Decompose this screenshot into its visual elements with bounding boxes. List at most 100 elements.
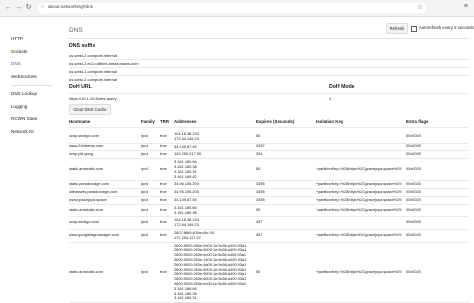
column-header-extra-flags: Extra flags <box>406 119 429 124</box>
sidebar-item-rcwn-stats[interactable]: RCWN Stats <box>11 116 37 121</box>
dns-suffix-item: us-west-1.compute.internal <box>69 69 118 74</box>
cell-address: 3.161.189.31 <box>174 295 197 301</box>
column-header-hostname: Hostname <box>69 119 91 124</box>
autorefresh-label: Autorefresh every 3 seconds <box>419 25 474 30</box>
cell-family: ipv4 <box>141 219 149 225</box>
cell-expires: 55 <box>256 132 261 138</box>
cell-isolation-key: ^partitionKey=%28https%2Cgracejoya.space… <box>316 196 402 202</box>
sidebar-item-sockets[interactable]: Sockets <box>11 49 27 54</box>
row-divider <box>69 59 469 60</box>
cell-extra-flags: 00x0020 <box>406 188 421 194</box>
cell-expires: 55 <box>256 268 261 274</box>
autorefresh-checkbox[interactable] <box>411 26 417 32</box>
row-divider <box>69 229 469 230</box>
cell-family: ipv4 <box>141 196 149 202</box>
cell-hostname: www.googletagmanager.com <box>69 231 119 237</box>
cell-expires: 287 <box>256 231 263 237</box>
row-divider <box>69 203 469 205</box>
cell-extra-flags: 00x0000 <box>406 150 421 156</box>
menu-icon[interactable]: ≡ <box>464 3 468 10</box>
cell-hostname: ocsp.sectigo.com <box>69 132 100 138</box>
cell-isolation-key: ^partitionKey=%28https%2Cgracejoya.space… <box>316 268 402 274</box>
cell-isolation-key: ^partitionKey=%28https%2Cgracejoya.space… <box>316 188 402 194</box>
cell-address: 34.149.87.45 <box>174 143 197 149</box>
cell-hostname: static.paradoxaige.com <box>69 180 110 186</box>
column-header-expires: Expires (Seconds) <box>256 119 295 124</box>
cell-hostname: siteassets.paradoxaige.com <box>69 188 118 194</box>
cell-isolation-key: ^partitionKey=%28https%2Cgracejoya.space… <box>316 206 402 212</box>
cell-isolation-key: ^partitionKey=%28https%2Cgracejoya.space… <box>316 180 402 186</box>
doh-mode-value: 2 <box>329 96 332 101</box>
cell-hostname: static.anxstatic.com <box>69 268 103 274</box>
cell-extra-flags: 00x0000 <box>406 143 421 149</box>
column-header-addresses: Addresses <box>174 119 197 124</box>
cell-expires: 254 <box>256 150 263 156</box>
row-divider <box>69 127 469 128</box>
sidebar-item-websockets[interactable]: WebSockets <box>11 74 37 79</box>
page-info-icon[interactable]: ○ <box>41 4 44 10</box>
cell-family: ipv4 <box>141 165 149 171</box>
cell-extra-flags: 00x0000 <box>406 132 421 138</box>
address-url: about:networking#dns <box>48 4 93 9</box>
sidebar-item-logging[interactable]: Logging <box>11 104 27 109</box>
doh-url-value: https://10.1.10.6/dns-query <box>69 96 117 101</box>
cell-hostname: www.gracejoya.space <box>69 196 107 202</box>
cell-family: ipv4 <box>141 180 149 186</box>
cell-trr: true <box>160 132 167 138</box>
cell-extra-flags: 00x0020 <box>406 268 421 274</box>
cell-address: 34.96.106.200 <box>174 189 199 195</box>
cell-expires: 3395 <box>256 196 265 202</box>
row-divider <box>69 216 469 218</box>
cell-address: 172.64.149.23 <box>174 135 199 141</box>
cell-trr: true <box>160 219 167 225</box>
back-icon[interactable]: ← <box>4 3 13 12</box>
cell-extra-flags: 00x0020 <box>406 196 421 202</box>
cell-family: ipv4 <box>141 132 149 138</box>
page-title: DNS <box>69 27 83 34</box>
column-header-trr: TRR <box>160 119 170 124</box>
cell-expires: 55 <box>256 206 261 212</box>
dns-suffix-title: DNS suffix <box>69 43 96 49</box>
cell-address: 34.149.87.45 <box>174 197 197 202</box>
cell-family: ipv4 <box>141 150 149 156</box>
forward-icon[interactable]: → <box>14 3 23 12</box>
cell-address: 34.96.106.200 <box>174 181 199 187</box>
cell-trr: true <box>160 196 167 202</box>
cell-address: 172.64.149.23 <box>174 222 199 228</box>
cell-family: ipv4 <box>141 231 149 237</box>
sidebar-item-network-id[interactable]: Network ID <box>11 129 34 134</box>
row-divider <box>69 75 469 76</box>
bookmark-star-icon[interactable]: ☆ <box>417 3 423 11</box>
address-bar[interactable]: ○ about:networking#dns ☆ <box>38 3 426 13</box>
cell-isolation-key: ^partitionKey=%28https%2Cgracejoya.space… <box>316 231 402 237</box>
cell-extra-flags: 00x0020 <box>406 231 421 237</box>
dns-suffix-item: us-west-2.ec2-utilities.amazonaws.com <box>69 61 139 66</box>
row-divider <box>69 158 469 160</box>
column-header-isolation-key: Isolation Key <box>316 119 344 124</box>
cell-expires: 3395 <box>256 188 265 194</box>
cell-hostname: static.anxstatic.com <box>69 165 103 171</box>
cell-extra-flags: 00x0020 <box>406 206 421 212</box>
sidebar-item-dns[interactable]: DNS <box>11 61 21 66</box>
cell-trr: true <box>160 180 167 186</box>
cell-extra-flags: 00x0020 <box>406 180 421 186</box>
cell-expires: 3395 <box>256 180 265 186</box>
cell-hostname: ocsp.pki.goog <box>69 150 94 156</box>
cell-address: 142.250.217.99 <box>174 151 202 157</box>
row-divider <box>69 93 469 94</box>
clear-dns-cache-button[interactable]: Clear DNS Cache <box>69 104 111 115</box>
main-content: DNS Refresh Autorefresh every 3 seconds … <box>58 17 474 303</box>
cell-expires: 55 <box>256 165 261 171</box>
reload-icon[interactable]: ↻ <box>24 3 33 12</box>
refresh-button[interactable]: Refresh <box>386 23 408 34</box>
cell-expires: 3457 <box>256 143 265 149</box>
cell-family: ipv4 <box>141 143 149 149</box>
sidebar-item-dns-lookup[interactable]: DNS Lookup <box>11 91 37 96</box>
row-divider <box>69 67 469 68</box>
sidebar-item-http[interactable]: HTTP <box>11 36 23 41</box>
cell-expires: 287 <box>256 219 263 225</box>
cell-family: ipv4 <box>141 188 149 194</box>
doh-url-header: DoH URL <box>69 84 92 90</box>
cell-extra-flags: 00x0000 <box>406 219 421 225</box>
cell-trr: true <box>160 165 167 171</box>
